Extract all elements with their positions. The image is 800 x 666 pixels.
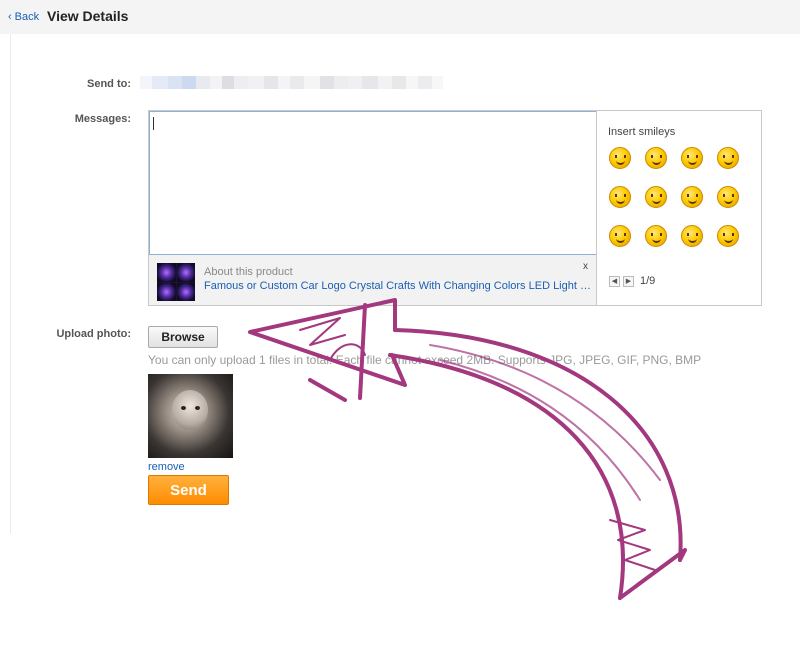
smiley-icon[interactable] — [645, 225, 667, 247]
back-link[interactable]: ‹ Back — [8, 11, 39, 23]
smiley-icon[interactable] — [681, 225, 703, 247]
smiley-icon[interactable] — [681, 186, 703, 208]
smiley-icon[interactable] — [609, 225, 631, 247]
upload-note: You can only upload 1 files in total. Ea… — [148, 353, 702, 367]
photo-eye — [195, 406, 200, 410]
smiley-icon[interactable] — [717, 225, 739, 247]
chevron-left-icon: ‹ — [8, 11, 12, 23]
photo-face — [172, 390, 208, 430]
send-to-label: Send to: — [87, 78, 131, 90]
smiley-icon[interactable] — [645, 147, 667, 169]
smiley-icon[interactable] — [681, 147, 703, 169]
product-name-link[interactable]: Famous or Custom Car Logo Crystal Crafts… — [204, 280, 592, 292]
message-box: About this product Famous or Custom Car … — [148, 110, 762, 306]
upload-photo-label: Upload photo: — [56, 328, 131, 340]
close-icon[interactable]: x — [583, 261, 588, 272]
next-page-button[interactable]: ▶ — [623, 275, 634, 287]
top-bar: ‹ Back View Details — [0, 0, 800, 34]
smiley-icon[interactable] — [717, 147, 739, 169]
smiley-icon[interactable] — [645, 186, 667, 208]
smiley-panel-title: Insert smileys — [608, 126, 676, 138]
smiley-icon[interactable] — [609, 186, 631, 208]
page-bottom — [0, 534, 800, 666]
page-indicator: 1/9 — [640, 275, 656, 287]
back-label: Back — [14, 11, 40, 23]
messages-label: Messages: — [74, 113, 131, 125]
text-caret — [153, 117, 154, 130]
smiley-panel: Insert smileys ◀ ▶ 1/9 — [596, 111, 761, 305]
product-card: About this product Famous or Custom Car … — [149, 255, 596, 305]
recipient-pixelated — [140, 76, 445, 89]
remove-photo-link[interactable]: remove — [148, 461, 185, 473]
browse-button[interactable]: Browse — [148, 326, 218, 348]
photo-eye — [181, 406, 186, 410]
product-about-label: About this product — [204, 266, 293, 278]
page-title: View Details — [47, 8, 129, 24]
message-input[interactable] — [149, 111, 596, 255]
uploaded-photo-thumbnail — [148, 374, 233, 458]
product-thumbnail[interactable] — [157, 263, 195, 301]
prev-page-button[interactable]: ◀ — [609, 275, 620, 287]
smiley-icon[interactable] — [609, 147, 631, 169]
smiley-icon[interactable] — [717, 186, 739, 208]
smiley-pager: ◀ ▶ 1/9 — [609, 275, 655, 287]
send-button[interactable]: Send — [148, 475, 229, 505]
